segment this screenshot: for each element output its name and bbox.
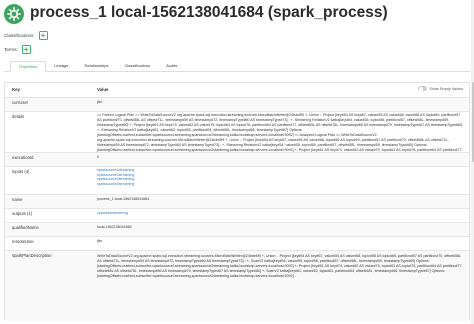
table-row: details == Parsed Logical Plan == WriteT… bbox=[5, 112, 469, 153]
row-value: jlim bbox=[97, 239, 103, 243]
classifications-label: Classifications: bbox=[4, 33, 35, 38]
row-value: sparksource1streaming sparksource1stream… bbox=[97, 167, 469, 194]
plus-icon: + bbox=[23, 45, 29, 54]
show-empty-values-toggle[interactable]: Show Empty Values bbox=[418, 86, 463, 91]
toggle-label: Show Empty Values bbox=[429, 86, 463, 91]
table-row: currUser jlim bbox=[5, 98, 469, 112]
tab-classifications[interactable]: Classifications bbox=[117, 61, 159, 72]
table-row: remoteUser jlim bbox=[5, 237, 469, 251]
row-value: sparksinkstreaming bbox=[97, 209, 469, 222]
row-key: sparkPlanDescription bbox=[12, 253, 52, 258]
properties-table: Key Value Show Empty Values currUser jli… bbox=[4, 82, 470, 321]
page-title: process_1 local-1562138041684 (spark_pro… bbox=[30, 4, 388, 21]
row-key: remoteUser bbox=[12, 239, 34, 244]
row-value: 0 bbox=[97, 155, 99, 159]
row-key: name bbox=[12, 197, 23, 202]
row-key: outputs (1) bbox=[12, 211, 33, 216]
table-row: outputs (1) sparksinkstreaming bbox=[5, 209, 469, 223]
row-value: jlim bbox=[97, 100, 103, 104]
entity-tabs: Properties Lineage Relationships Classif… bbox=[4, 61, 470, 72]
tab-lineage[interactable]: Lineage bbox=[46, 61, 76, 72]
entity-header: process_1 local-1562138041684 (spark_pro… bbox=[0, 0, 474, 30]
terms-label: Terms: bbox=[4, 47, 18, 52]
row-key: executionId bbox=[12, 155, 34, 160]
table-header: Key Value Show Empty Values bbox=[5, 83, 469, 98]
key-column-header: Key bbox=[12, 87, 21, 92]
row-key: details bbox=[12, 114, 25, 119]
classifications-row: Classifications: + bbox=[4, 31, 48, 40]
add-classification-button[interactable]: + bbox=[38, 31, 48, 40]
table-row: inputs (4) sparksource1streaming sparkso… bbox=[5, 167, 469, 195]
toggle-switch[interactable] bbox=[418, 86, 428, 91]
output-link[interactable]: sparksinkstreaming bbox=[97, 211, 463, 216]
value-column-header: Value bbox=[97, 87, 109, 92]
row-value: == Parsed Logical Plan == WriteToDataSou… bbox=[97, 113, 463, 152]
scrollbar-thumb[interactable] bbox=[471, 82, 474, 162]
table-row: sparkPlanDescription WriteToDataSourceV2… bbox=[5, 251, 469, 321]
tab-properties[interactable]: Properties bbox=[10, 61, 47, 72]
gear-icon bbox=[4, 4, 24, 24]
table-row: name process_1 local-1562138041684 bbox=[5, 195, 469, 209]
table-row: executionId 0 bbox=[5, 153, 469, 167]
terms-row: Terms: + bbox=[4, 45, 31, 54]
row-value: local-1562138041684 bbox=[97, 225, 132, 229]
plus-icon: + bbox=[40, 31, 46, 40]
row-value: process_1 local-1562138041684 bbox=[97, 197, 150, 201]
row-value: WriteToDataSourceV2 org.apache.spark.sql… bbox=[97, 254, 463, 278]
tab-relationships[interactable]: Relationships bbox=[76, 61, 116, 72]
tab-audits[interactable]: Audits bbox=[158, 61, 185, 72]
row-key: inputs (4) bbox=[12, 169, 30, 174]
add-term-button[interactable]: + bbox=[21, 45, 31, 54]
row-key: currUser bbox=[12, 100, 29, 105]
row-key: qualifiedName bbox=[12, 225, 39, 230]
table-row: qualifiedName local-1562138041684 bbox=[5, 223, 469, 237]
input-link[interactable]: sparksource2streaming bbox=[97, 182, 463, 187]
